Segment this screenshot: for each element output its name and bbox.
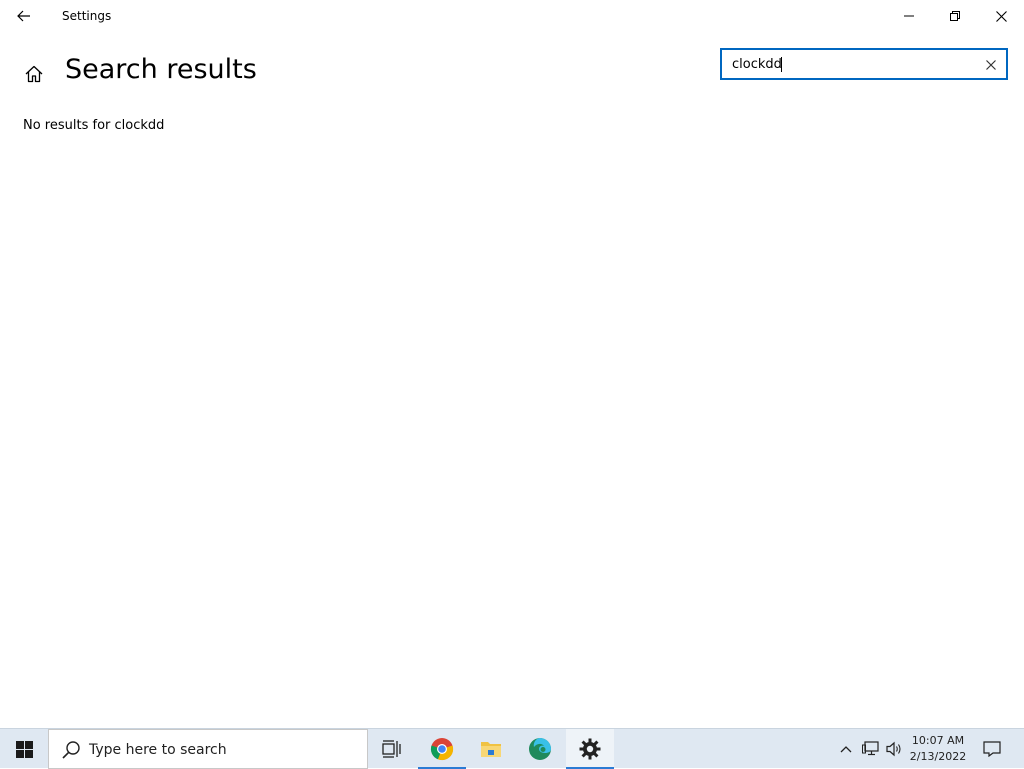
text-caret <box>781 57 782 72</box>
volume-button[interactable] <box>884 729 906 769</box>
minimize-button[interactable] <box>886 0 932 32</box>
clock-time: 10:07 AM <box>911 734 965 747</box>
restore-button[interactable] <box>932 0 978 32</box>
app-title: Settings <box>62 9 112 23</box>
chevron-up-icon <box>840 746 852 753</box>
home-icon <box>25 65 43 83</box>
gear-icon <box>579 738 601 760</box>
edge-taskbar-button[interactable] <box>516 729 564 769</box>
taskbar-search-box[interactable]: Type here to search <box>48 729 368 769</box>
taskbar-search-placeholder: Type here to search <box>89 742 227 758</box>
network-button[interactable] <box>858 729 884 769</box>
home-button[interactable] <box>18 58 50 90</box>
restore-icon <box>950 11 960 21</box>
folder-icon <box>481 742 501 757</box>
minimize-icon <box>904 15 914 17</box>
back-button[interactable] <box>8 2 40 30</box>
notification-icon <box>983 741 1001 757</box>
settings-taskbar-button[interactable] <box>566 729 614 769</box>
network-icon <box>862 741 879 756</box>
clock[interactable]: 10:07 AM 2/13/2022 <box>906 733 970 765</box>
close-icon <box>986 60 996 70</box>
show-hidden-icons-button[interactable] <box>836 729 856 769</box>
start-button[interactable] <box>0 729 48 769</box>
no-results-message: No results for clockdd <box>23 118 165 133</box>
search-input[interactable] <box>732 50 972 78</box>
action-center-button[interactable] <box>976 729 1008 769</box>
arrow-left-icon <box>17 10 30 22</box>
chrome-icon <box>430 738 454 761</box>
chrome-taskbar-button[interactable] <box>418 729 466 769</box>
settings-window: Settings Search results clockdd No resul… <box>0 0 1024 728</box>
title-bar: Settings <box>0 0 1024 32</box>
page-title: Search results <box>65 54 257 85</box>
search-icon <box>62 741 80 759</box>
clock-date: 2/13/2022 <box>909 750 967 763</box>
close-window-button[interactable] <box>978 0 1024 32</box>
taskbar: Type here to search 10:07 AM 2/13/2022 <box>0 728 1024 769</box>
edge-icon <box>529 738 551 760</box>
settings-search-box[interactable] <box>720 48 1008 80</box>
windows-logo-icon <box>15 740 33 758</box>
task-view-icon <box>382 740 401 758</box>
task-view-button[interactable] <box>368 729 416 769</box>
file-explorer-taskbar-button[interactable] <box>467 729 515 769</box>
close-icon <box>995 10 1007 22</box>
speaker-icon <box>886 741 901 757</box>
clear-search-button[interactable] <box>980 54 1002 76</box>
